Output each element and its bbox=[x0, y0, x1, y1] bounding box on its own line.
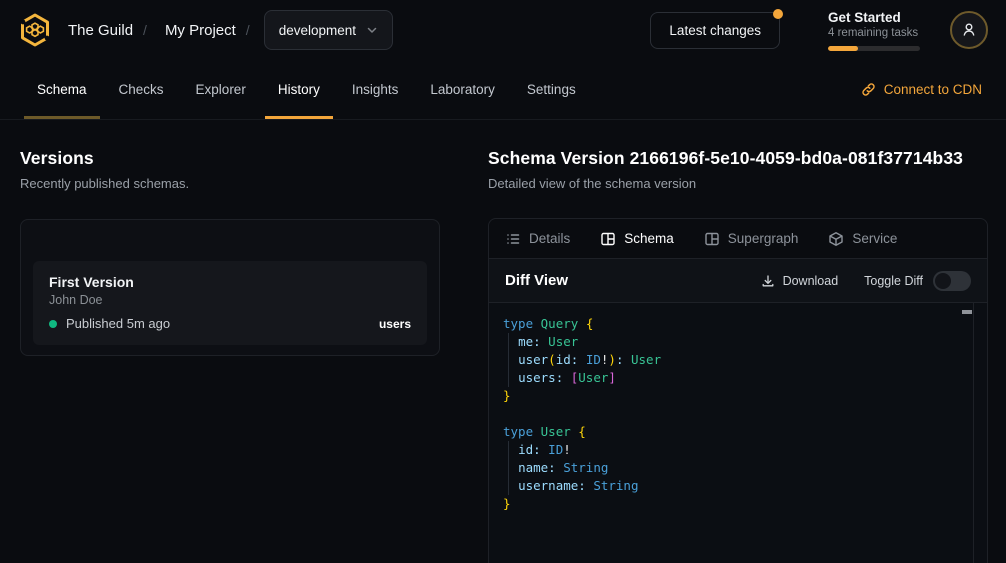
connect-cdn-link[interactable]: Connect to CDN bbox=[861, 60, 982, 119]
header-left: The Guild / My Project / development bbox=[16, 10, 393, 50]
get-started-title: Get Started bbox=[828, 10, 920, 25]
header-right: Latest changes Get Started 4 remaining t… bbox=[650, 10, 988, 51]
person-icon bbox=[960, 21, 978, 39]
download-button[interactable]: Download bbox=[761, 274, 839, 288]
schema-code-viewer[interactable]: type Query { me: User user(id: ID!): Use… bbox=[489, 303, 987, 563]
toggle-diff-switch[interactable] bbox=[933, 271, 971, 291]
versions-title: Versions bbox=[20, 148, 464, 169]
versions-panel: Versions Recently published schemas. Fir… bbox=[20, 148, 464, 563]
nav-tab-settings[interactable]: Settings bbox=[514, 60, 589, 119]
latest-changes-button[interactable]: Latest changes bbox=[650, 12, 780, 49]
detail-tab-details[interactable]: Details bbox=[505, 231, 570, 247]
nav-tab-explorer[interactable]: Explorer bbox=[183, 60, 259, 119]
target-select[interactable]: development bbox=[264, 10, 393, 50]
code-line: username: String bbox=[503, 477, 959, 495]
detail-tab-schema[interactable]: Schema bbox=[600, 231, 674, 247]
nav-tab-history[interactable]: History bbox=[265, 60, 333, 119]
toggle-diff-wrap: Toggle Diff bbox=[864, 271, 971, 291]
get-started-progress-fill bbox=[828, 46, 858, 51]
breadcrumb-separator: / bbox=[143, 22, 147, 38]
columns-icon bbox=[600, 231, 616, 247]
version-name: First Version bbox=[49, 274, 411, 290]
link-icon bbox=[861, 82, 876, 97]
code-line: } bbox=[503, 495, 959, 513]
main-nav: SchemaChecksExplorerHistoryInsightsLabor… bbox=[0, 60, 1006, 120]
cube-icon bbox=[828, 231, 844, 247]
indent-guide bbox=[508, 369, 509, 387]
get-started-progress-bar bbox=[828, 46, 920, 51]
diff-view-header: Diff View Download Toggle Diff bbox=[489, 259, 987, 303]
indent-guide bbox=[508, 477, 509, 495]
target-select-value: development bbox=[279, 23, 356, 38]
detail-tab-label: Schema bbox=[624, 231, 674, 246]
versions-subtitle: Recently published schemas. bbox=[20, 176, 464, 191]
breadcrumb-org[interactable]: The Guild bbox=[68, 22, 133, 39]
code-line: type User { bbox=[503, 423, 959, 441]
version-list-item[interactable]: First Version John Doe Published 5m ago use… bbox=[33, 261, 427, 345]
toggle-diff-knob bbox=[935, 273, 951, 289]
code-line: me: User bbox=[503, 333, 959, 351]
detail-tab-label: Service bbox=[852, 231, 897, 246]
version-status: Published 5m ago bbox=[66, 316, 170, 331]
toggle-diff-label: Toggle Diff bbox=[864, 274, 923, 288]
published-status-dot bbox=[49, 320, 57, 328]
detail-tab-label: Supergraph bbox=[728, 231, 799, 246]
nav-tab-laboratory[interactable]: Laboratory bbox=[417, 60, 508, 119]
code-line: users: [User] bbox=[503, 369, 959, 387]
notification-dot bbox=[773, 9, 783, 19]
scrollbar-track[interactable] bbox=[973, 303, 974, 563]
indent-guide bbox=[508, 351, 509, 369]
code-line: user(id: ID!): User bbox=[503, 351, 959, 369]
scrollbar-thumb[interactable] bbox=[962, 310, 972, 314]
main-content: Versions Recently published schemas. Fir… bbox=[0, 120, 1006, 563]
app-root: The Guild / My Project / development Lat… bbox=[0, 0, 1006, 563]
code-line: name: String bbox=[503, 459, 959, 477]
columns-icon bbox=[704, 231, 720, 247]
version-detail-panel: Schema Version 2166196f-5e10-4059-bd0a-0… bbox=[488, 148, 988, 563]
avatar[interactable] bbox=[950, 11, 988, 49]
code-line bbox=[503, 405, 959, 423]
nav-tabs: SchemaChecksExplorerHistoryInsightsLabor… bbox=[24, 60, 589, 119]
detail-tab-supergraph[interactable]: Supergraph bbox=[704, 231, 799, 247]
breadcrumb-project[interactable]: My Project bbox=[165, 22, 236, 39]
connect-cdn-label: Connect to CDN bbox=[884, 82, 982, 97]
guild-honeycomb-icon[interactable] bbox=[16, 11, 54, 49]
nav-tab-checks[interactable]: Checks bbox=[106, 60, 177, 119]
version-detail-subtitle: Detailed view of the schema version bbox=[488, 176, 988, 191]
download-icon bbox=[761, 274, 775, 288]
indent-guide bbox=[508, 441, 509, 459]
versions-list-card: First Version John Doe Published 5m ago use… bbox=[20, 219, 440, 356]
diff-view-actions: Download Toggle Diff bbox=[761, 271, 971, 291]
version-detail-tabs: Details Schema Supergraph Service bbox=[489, 219, 987, 259]
nav-tab-schema[interactable]: Schema bbox=[24, 60, 100, 119]
breadcrumb-separator: / bbox=[246, 22, 250, 38]
detail-tab-service[interactable]: Service bbox=[828, 231, 897, 247]
get-started-widget[interactable]: Get Started 4 remaining tasks bbox=[828, 10, 920, 51]
download-label: Download bbox=[783, 274, 839, 288]
version-detail-card: Details Schema Supergraph Service Diff View… bbox=[488, 218, 988, 563]
indent-guide bbox=[508, 333, 509, 351]
diff-view-title: Diff View bbox=[505, 272, 568, 289]
get-started-subtitle: 4 remaining tasks bbox=[828, 27, 920, 39]
detail-tab-label: Details bbox=[529, 231, 570, 246]
list-icon bbox=[505, 231, 521, 247]
code-line: id: ID! bbox=[503, 441, 959, 459]
indent-guide bbox=[508, 459, 509, 477]
chevron-down-icon bbox=[366, 24, 378, 36]
latest-changes-label: Latest changes bbox=[669, 23, 761, 38]
version-author: John Doe bbox=[49, 293, 411, 307]
code-line: type Query { bbox=[503, 315, 959, 333]
nav-tab-insights[interactable]: Insights bbox=[339, 60, 412, 119]
version-service-badge: users bbox=[379, 317, 411, 331]
code-line: } bbox=[503, 387, 959, 405]
versions-list: First Version John Doe Published 5m ago use… bbox=[33, 261, 427, 345]
top-header: The Guild / My Project / development Lat… bbox=[0, 0, 1006, 60]
version-detail-title: Schema Version 2166196f-5e10-4059-bd0a-0… bbox=[488, 148, 988, 169]
